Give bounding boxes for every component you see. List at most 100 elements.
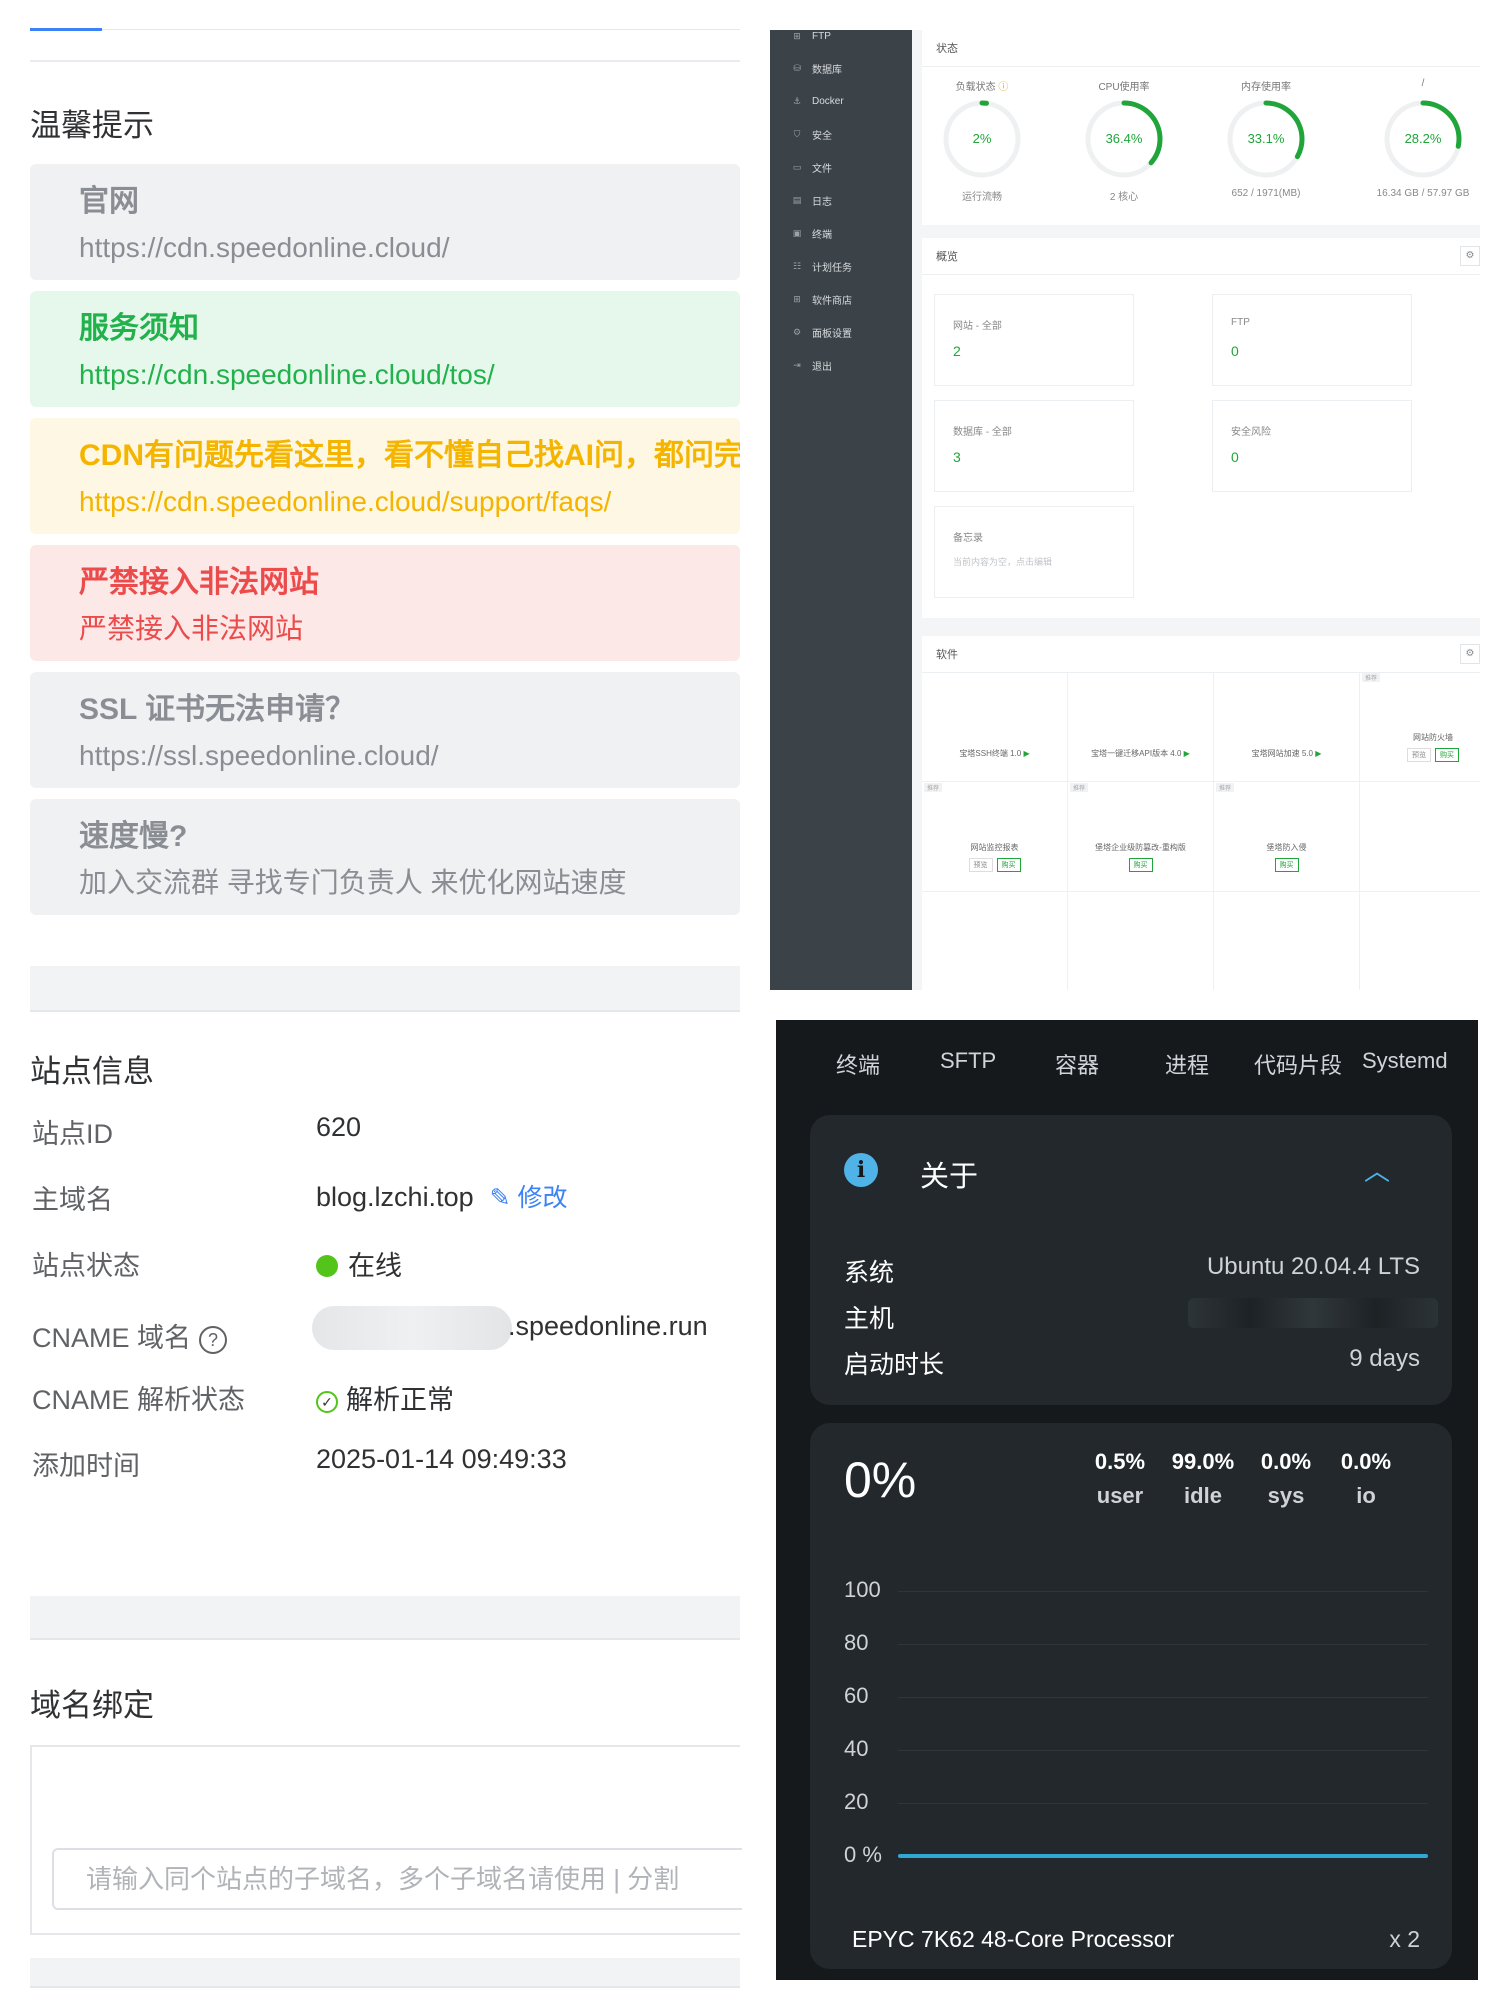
help-icon[interactable]: ⓘ [998,82,1008,93]
tab-container[interactable]: 容器 [1055,1048,1099,1080]
sidebar-item-files[interactable]: ▭ 文件 [792,157,832,177]
software-item[interactable]: 推荐 网站防火墙 预览 购买 [1360,672,1480,782]
buy-button[interactable]: 购买 [1128,858,1153,872]
software-item[interactable]: 宝塔SSH终端 1.0 ▶ [922,672,1068,782]
sidebar-item-label: 软件商店 [812,295,852,307]
software-name: 宝塔网站加速 5.0 ▶ [1214,748,1359,759]
sidebar-item-database[interactable]: ⛁ 数据库 [792,58,842,78]
sidebar-item-docker[interactable]: ⚓ Docker [792,91,844,111]
section-divider [30,1596,740,1640]
terminal-monitor: 终端 SFTP 容器 进程 代码片段 Systemd i 关于 ︿ 系统 Ubu… [776,1020,1478,1980]
ftp-icon: ⊞ [793,30,801,41]
sidebar-item-security[interactable]: ⛉ 安全 [792,124,832,144]
tip-title: 速度慢? [79,820,188,853]
overview-value: 3 [953,449,961,465]
buy-button[interactable]: 购买 [1274,858,1299,872]
sidebar-item-terminal[interactable]: ▣ 终端 [792,223,832,243]
tip-link[interactable]: https://cdn.speedonline.cloud/ [79,226,740,270]
gauge-value: 2% [972,131,992,146]
sidebar-item-settings[interactable]: ⚙ 面板设置 [792,322,852,342]
buy-button[interactable]: 购买 [1435,748,1459,762]
gauge-disk[interactable]: / 28.2% 16.34 GB / 57.97 GB [1348,78,1480,199]
row-cname-status: CNAME 解析状态 ✓ 解析正常 [30,1378,740,1428]
tab-process[interactable]: 进程 [1165,1048,1209,1080]
tip-official-site[interactable]: 官网 https://cdn.speedonline.cloud/ [30,164,740,280]
software-item[interactable]: 宝塔网站加速 5.0 ▶ [1214,672,1360,782]
overview-value: 0 [1231,343,1239,359]
preview-button[interactable]: 预览 [1407,748,1431,762]
sidebar-item-label: 日志 [812,196,832,208]
cpu-usage-line [898,1854,1428,1858]
overview-memo[interactable]: 备忘录 当前内容为空，点击编辑 [934,506,1134,598]
stat-value: 0.5% [1094,1449,1146,1474]
software-empty-slot [922,892,1068,990]
gauge-sub: 652 / 1971(MB) [1231,188,1301,199]
active-tab-indicator[interactable] [30,28,102,31]
software-actions: 购买 [1068,858,1213,872]
gear-icon[interactable]: ⚙ [1460,644,1480,664]
tip-ssl[interactable]: SSL 证书无法申请？ https://ssl.speedonline.clou… [30,672,740,788]
host-key: 主机 [844,1305,895,1333]
tab-sftp[interactable]: SFTP [940,1048,996,1074]
overview-value: 0 [1231,449,1239,465]
chevron-up-icon[interactable]: ︿ [1364,1151,1390,1188]
sidebar-item-cron[interactable]: ☷ 计划任务 [792,256,852,276]
software-name: 宝塔SSH终端 1.0 ▶ [922,748,1067,759]
stat-label: sys [1267,1483,1305,1508]
software-actions: 预览 购买 [1360,748,1480,762]
software-actions: 购买 [1214,858,1359,872]
sidebar-item-ftp[interactable]: ⊞ FTP [792,30,831,46]
overview-ftp[interactable]: FTP 0 [1212,294,1412,386]
gauge-cpu[interactable]: CPU使用率 36.4% 2 核心 [1064,78,1184,203]
software-item[interactable]: 推荐 堡塔防入侵 购买 [1214,782,1360,892]
software-name: 网站监控报表 [970,843,1019,852]
tab-terminal[interactable]: 终端 [836,1048,880,1080]
redacted-blur [312,1306,512,1350]
cpu-stat-idle: 99.0% idle [1163,1449,1243,1509]
stat-value: 0.0% [1260,1449,1312,1474]
gauge-memory[interactable]: 内存使用率 33.1% 652 / 1971(MB) [1206,78,1326,199]
help-icon[interactable]: ? [199,1325,228,1354]
gear-icon[interactable]: ⚙ [1460,246,1480,266]
gauge-label: CPU使用率 [1098,82,1150,93]
software-item[interactable]: 推荐 堡塔企业级防篡改-重构版 购买 [1068,782,1214,892]
tip-terms[interactable]: 服务须知 https://cdn.speedonline.cloud/tos/ [30,291,740,407]
overview-databases[interactable]: 数据库 - 全部 3 [934,400,1134,492]
docker-icon: ⚓ [792,95,802,106]
grid-line [898,1644,1428,1645]
memo-label: 备忘录 [953,533,983,544]
sidebar-item-logout[interactable]: ⇥ 退出 [792,355,832,375]
stat-label: user [1096,1483,1144,1508]
edit-domain-button[interactable]: ✎ 修改 [490,1184,568,1212]
tip-link[interactable]: https://cdn.speedonline.cloud/support/fa… [79,480,740,524]
grid-line [898,1591,1428,1592]
system-value: Ubuntu 20.04.4 LTS [1206,1253,1420,1280]
row-value: .speedonline.run [312,1306,708,1350]
sidebar-item-logs[interactable]: ▤ 日志 [792,190,832,210]
subdomain-input[interactable]: 请输入同个站点的子域名，多个子域名请使用 | 分割 [52,1848,742,1910]
software-item[interactable]: 宝塔一键迁移API版本 4.0 ▶ [1068,672,1214,782]
row-site-id: 站点ID 620 [30,1112,740,1162]
tip-faq[interactable]: CDN有问题先看这里，看不懂自己找AI问，都问完 https://cdn.spe… [30,418,740,534]
tab-snippets[interactable]: 代码片段 [1254,1048,1342,1080]
stat-value: 0.0% [1340,1449,1392,1474]
tip-link[interactable]: https://cdn.speedonline.cloud/tos/ [79,353,740,397]
domain-binding-heading: 域名绑定 [30,1688,154,1723]
overview-sites[interactable]: 网站 - 全部 2 [934,294,1134,386]
grid-line [898,1697,1428,1698]
folder-icon: ▭ [792,161,802,172]
recommend-tag: 推荐 [1362,673,1381,682]
buy-button[interactable]: 购买 [996,858,1021,872]
tab-systemd[interactable]: Systemd [1362,1048,1448,1074]
y-tick-label: 80 [844,1630,869,1655]
preview-button[interactable]: 预览 [968,858,993,872]
sidebar-item-store[interactable]: ⊞ 软件商店 [792,289,852,309]
software-item[interactable]: 推荐 网站监控报表 预览 购买 [922,782,1068,892]
row-key: 站点状态 [32,1251,140,1281]
tip-link[interactable]: https://ssl.speedonline.cloud/ [79,734,740,778]
pencil-icon: ✎ [489,1184,511,1212]
row-value: 在线 [316,1244,402,1283]
overview-label: FTP [1231,317,1250,328]
overview-security-risk[interactable]: 安全风险 0 [1212,400,1412,492]
gauge-load[interactable]: 负载状态 ⓘ 2% 运行流畅 [922,78,1042,203]
